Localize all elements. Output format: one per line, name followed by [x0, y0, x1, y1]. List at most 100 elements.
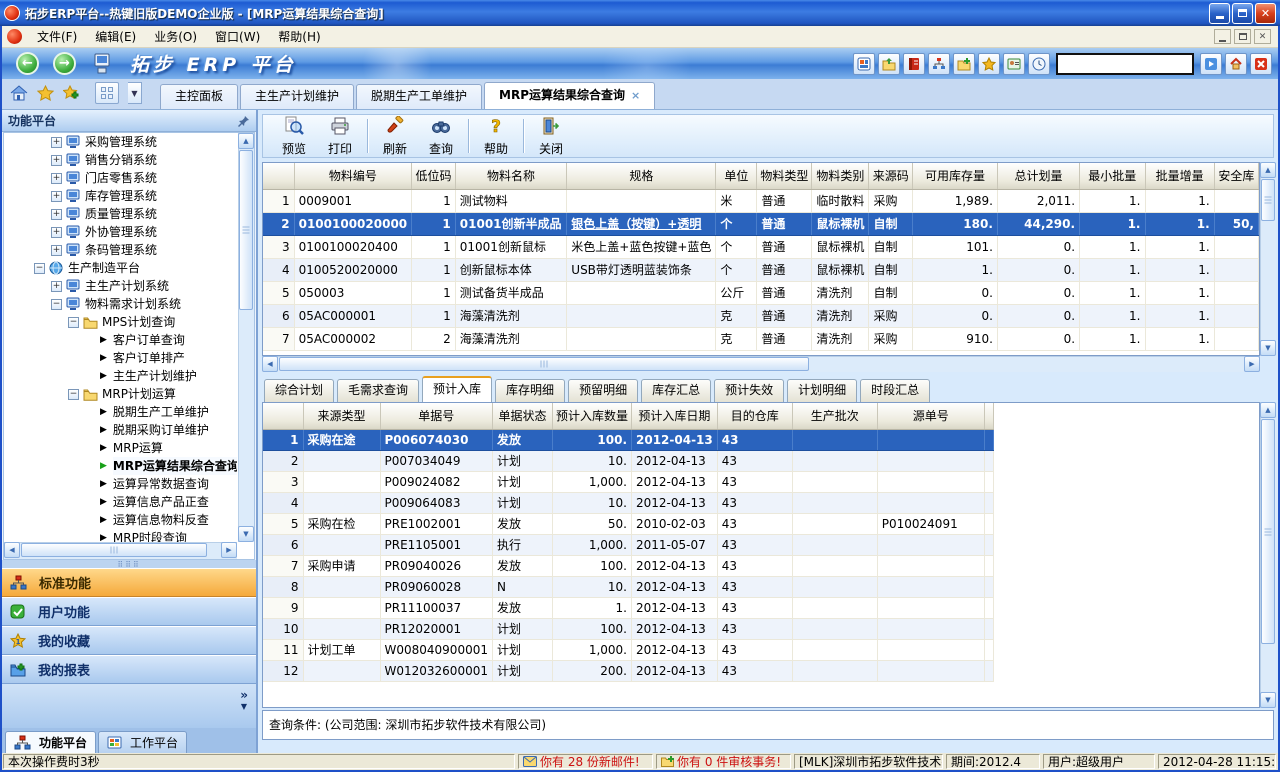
column-header[interactable]: 规格 — [567, 163, 716, 189]
tree-item[interactable]: ▶客户订单排产 — [4, 349, 237, 367]
menu-help[interactable]: 帮助(H) — [269, 26, 329, 47]
folder-add-icon[interactable] — [953, 53, 975, 75]
mdi-minimize-button[interactable] — [1214, 29, 1231, 44]
table-row[interactable]: 12W012032600001计划200.2012-04-1343 — [263, 660, 993, 681]
tree-item[interactable]: +质量管理系统 — [4, 205, 237, 223]
table-row[interactable]: 2P007034049计划10.2012-04-1343 — [263, 450, 993, 471]
expand-toggle-icon[interactable]: + — [51, 281, 62, 292]
table-row[interactable]: 20100100020000101001创新半成品银色上盖（按键）+透明个普通鼠… — [263, 212, 1259, 235]
column-header[interactable]: 来源类型 — [303, 403, 380, 429]
column-header[interactable]: 总计划量 — [997, 163, 1079, 189]
sidebar-nav-button[interactable]: 1我的收藏 — [2, 626, 256, 655]
cardfile-icon[interactable] — [853, 53, 875, 75]
table-row[interactable]: 1采购在途P006074030发放100.2012-04-1343 — [263, 429, 993, 450]
table-row[interactable]: 8PR09060028N10.2012-04-1343 — [263, 576, 993, 597]
tree-item[interactable]: ▶MRP运算 — [4, 439, 237, 457]
menu-window[interactable]: 窗口(W) — [206, 26, 269, 47]
table-row[interactable]: 4P009064083计划10.2012-04-1343 — [263, 492, 993, 513]
column-header[interactable]: 物料名称 — [455, 163, 567, 189]
tree-item[interactable]: ▶运算信息产品正查 — [4, 493, 237, 511]
mail-status[interactable]: 你有 28 份新邮件! — [518, 754, 653, 769]
mdi-close-button[interactable]: ✕ — [1254, 29, 1271, 44]
menu-business[interactable]: 业务(O) — [145, 26, 206, 47]
table-row[interactable]: 3P009024082计划1,000.2012-04-1343 — [263, 471, 993, 492]
folder-export-icon[interactable] — [878, 53, 900, 75]
table-row[interactable]: 705AC0000022海藻清洗剂克普通清洗剂采购910.0.1.1. — [263, 327, 1259, 350]
table-row[interactable]: 10PR12020001计划100.2012-04-1343 — [263, 618, 993, 639]
tree-item[interactable]: +销售分销系统 — [4, 151, 237, 169]
detail-tab[interactable]: 库存明细 — [495, 379, 565, 402]
layout-grid-button[interactable] — [95, 82, 119, 104]
toolbar-button-close-door[interactable]: 关闭 — [528, 116, 574, 156]
detail-tab[interactable]: 预计入库 — [422, 376, 492, 402]
tree-horizontal-scrollbar[interactable]: ◀ ▶ — [4, 542, 237, 559]
expand-toggle-icon[interactable]: − — [68, 389, 79, 400]
detail-tab[interactable]: 预留明细 — [568, 379, 638, 402]
detail-tab[interactable]: 毛需求查询 — [337, 379, 419, 402]
tree-item[interactable]: −生产制造平台 — [4, 259, 237, 277]
clock-icon[interactable] — [1028, 53, 1050, 75]
close-button[interactable]: ✕ — [1255, 3, 1276, 24]
tree-item[interactable]: ▶运算异常数据查询 — [4, 475, 237, 493]
toolbar-button-print[interactable]: 打印 — [317, 116, 363, 156]
tree-item[interactable]: +主生产计划系统 — [4, 277, 237, 295]
notebook-icon[interactable] — [903, 53, 925, 75]
pin-icon[interactable] — [238, 115, 250, 127]
column-header[interactable]: 安全库 — [1214, 163, 1258, 189]
expand-toggle-icon[interactable]: − — [51, 299, 62, 310]
expand-toggle-icon[interactable]: + — [51, 209, 62, 220]
toolbar-button-refresh[interactable]: 刷新 — [372, 116, 418, 156]
tree-item[interactable]: ▶脱期采购订单维护 — [4, 421, 237, 439]
menu-file[interactable]: 文件(F) — [28, 26, 86, 47]
tree-item[interactable]: −MPS计划查询 — [4, 313, 237, 331]
document-tab[interactable]: 主控面板 — [160, 84, 238, 109]
column-header[interactable]: 物料类型 — [757, 163, 812, 189]
materials-table[interactable]: 物料编号低位码物料名称规格单位物料类型物料类别来源码可用库存量总计划量最小批量批… — [263, 163, 1259, 351]
chevron-down-icon[interactable]: ▼ — [241, 702, 247, 711]
table-row[interactable]: 100090011测试物料米普通临时散料采购1,989.2,011.1.1. — [263, 189, 1259, 212]
go-icon[interactable] — [1200, 53, 1222, 75]
table-row[interactable]: 401005200200001创新鼠标本体USB带灯透明蓝装饰条个普通鼠标裸机自… — [263, 258, 1259, 281]
column-header[interactable]: 目的仓库 — [717, 403, 792, 429]
tree-item[interactable]: ▶MRP时段查询 — [4, 529, 237, 542]
tree-item[interactable]: −MRP计划运算 — [4, 385, 237, 403]
favorites-icon[interactable] — [978, 53, 1000, 75]
detail-tab[interactable]: 时段汇总 — [860, 379, 930, 402]
tree-item[interactable]: +条码管理系统 — [4, 241, 237, 259]
mdi-restore-button[interactable] — [1234, 29, 1251, 44]
column-header[interactable]: 预计入库数量 — [552, 403, 631, 429]
column-header[interactable]: 低位码 — [412, 163, 456, 189]
table-row[interactable]: 7采购申请PR09040026发放100.2012-04-1343 — [263, 555, 993, 576]
detail-tab[interactable]: 预计失效 — [714, 379, 784, 402]
back-icon[interactable]: ← — [16, 52, 39, 75]
column-header[interactable]: 单位 — [716, 163, 757, 189]
column-header[interactable]: 来源码 — [869, 163, 913, 189]
home-icon[interactable] — [10, 85, 28, 101]
receipts-vertical-scrollbar[interactable]: ▲ ▼ — [1260, 402, 1276, 708]
materials-horizontal-scrollbar[interactable]: ◀ ▶ — [262, 356, 1260, 372]
audit-status[interactable]: 你有 0 件审核事务! — [656, 754, 791, 769]
home-icon[interactable] — [1225, 53, 1247, 75]
expand-toggle-icon[interactable]: + — [51, 155, 62, 166]
menu-edit[interactable]: 编辑(E) — [86, 26, 145, 47]
minimize-button[interactable] — [1209, 3, 1230, 24]
document-tab[interactable]: 脱期生产工单维护 — [356, 84, 482, 109]
tree-item[interactable]: +门店零售系统 — [4, 169, 237, 187]
column-header[interactable]: 物料编号 — [294, 163, 412, 189]
detail-tab[interactable]: 综合计划 — [264, 379, 334, 402]
table-row[interactable]: 30100100020400101001创新鼠标米色上盖+蓝色按键+蓝色个普通鼠… — [263, 235, 1259, 258]
column-header[interactable]: 单据状态 — [492, 403, 552, 429]
column-header[interactable]: 单据号 — [380, 403, 492, 429]
expand-toggle-icon[interactable]: + — [51, 173, 62, 184]
tree-vertical-scrollbar[interactable]: ▲ ▼ — [238, 133, 254, 542]
column-header[interactable]: 预计入库日期 — [632, 403, 718, 429]
toolbar-button-preview[interactable]: 预览 — [271, 116, 317, 156]
toolbar-button-help[interactable]: ?帮助 — [473, 116, 519, 156]
expand-toggle-icon[interactable]: + — [51, 245, 62, 256]
org-chart-icon[interactable] — [928, 53, 950, 75]
detail-tab[interactable]: 计划明细 — [787, 379, 857, 402]
sidebar-splitter[interactable]: ⣿⣿⣿ — [2, 560, 256, 568]
expand-toggle-icon[interactable]: − — [68, 317, 79, 328]
document-tab[interactable]: 主生产计划维护 — [240, 84, 354, 109]
exit-icon[interactable] — [1250, 53, 1272, 75]
